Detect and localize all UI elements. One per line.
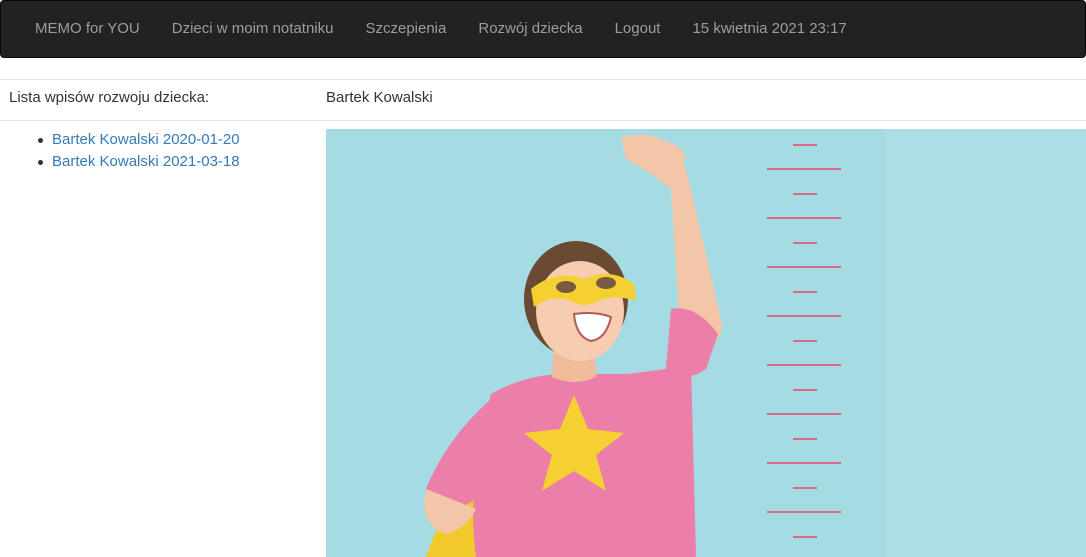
nav-child-development[interactable]: Rozwój dziecka — [462, 0, 598, 58]
entry-link-2020-01-20[interactable]: Bartek Kowalski 2020-01-20 — [52, 131, 240, 148]
entry-link-2021-03-18[interactable]: Bartek Kowalski 2021-03-18 — [52, 153, 240, 170]
current-datetime: 15 kwietnia 2021 23:17 — [692, 20, 847, 37]
divider-middle — [0, 120, 1086, 121]
brand-link[interactable]: MEMO for YOU — [19, 0, 156, 58]
list-item: Bartek Kowalski 2020-01-20 — [38, 129, 240, 151]
child-name-heading: Bartek Kowalski — [326, 89, 433, 106]
nav-children[interactable]: Dzieci w moim notatniku — [156, 0, 350, 58]
top-navbar: MEMO for YOU Dzieci w moim notatniku Szc… — [0, 0, 1086, 58]
nav-vaccinations[interactable]: Szczepienia — [349, 0, 462, 58]
development-entries-list: Bartek Kowalski 2020-01-20 Bartek Kowals… — [38, 129, 240, 173]
child-growth-photo — [326, 129, 1086, 557]
nav-logout[interactable]: Logout — [599, 0, 677, 58]
list-item: Bartek Kowalski 2021-03-18 — [38, 151, 240, 173]
divider-top — [0, 79, 1086, 80]
entries-list-heading: Lista wpisów rozwoju dziecka: — [9, 89, 210, 106]
